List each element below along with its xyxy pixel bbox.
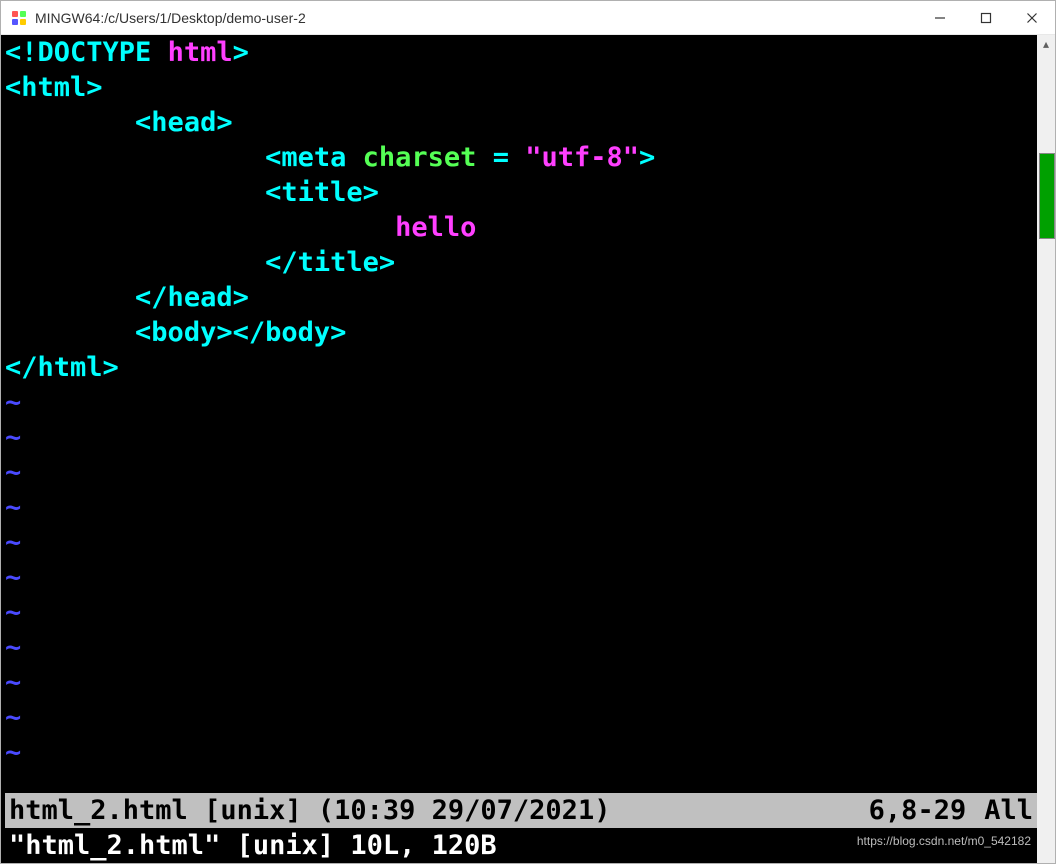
html-close-tag: </html> [5,352,119,383]
meta-close: > [639,142,655,173]
meta-eq: = [476,142,525,173]
doctype-bracket: <!DOCTYPE [5,37,168,68]
cmdline-text: "html_2.html" [unix] 10L, 120B [9,828,497,863]
empty-line-tilde: ~ [5,562,21,593]
empty-line-tilde: ~ [5,737,21,768]
empty-line-tilde: ~ [5,387,21,418]
meta-attr-value: "utf-8" [525,142,639,173]
app-window: MINGW64:/c/Users/1/Desktop/demo-user-2 <… [0,0,1056,864]
empty-line-tilde: ~ [5,492,21,523]
empty-line-tilde: ~ [5,457,21,488]
empty-line-tilde: ~ [5,527,21,558]
statusline-percent: All [984,793,1033,828]
client-area: <!DOCTYPE html> <html> <head> <meta char… [1,35,1055,863]
doctype-name: html [168,37,233,68]
empty-line-tilde: ~ [5,422,21,453]
head-open-tag: <head> [135,107,233,138]
title-close-tag: </title> [265,247,395,278]
app-icon [11,10,27,26]
maximize-button[interactable] [963,1,1009,34]
titlebar[interactable]: MINGW64:/c/Users/1/Desktop/demo-user-2 [1,1,1055,35]
scrollbar-track[interactable]: ▴ [1037,35,1055,863]
window-title: MINGW64:/c/Users/1/Desktop/demo-user-2 [35,10,306,26]
title-open-tag: <title> [265,177,379,208]
empty-line-tilde: ~ [5,667,21,698]
body-open-tag: <body> [135,317,233,348]
empty-line-tilde: ~ [5,702,21,733]
statusline-position: 6,8-29 [869,793,985,828]
vim-statusline: html_2.html [unix] (10:39 29/07/2021) 6,… [5,793,1037,828]
meta-attr-name: charset [363,142,477,173]
head-close-tag: </head> [135,282,249,313]
meta-open: <meta [265,142,363,173]
close-button[interactable] [1009,1,1055,34]
terminal[interactable]: <!DOCTYPE html> <html> <head> <meta char… [1,35,1037,863]
minimize-button[interactable] [917,1,963,34]
doctype-close: > [233,37,249,68]
window-controls [917,1,1055,34]
body-close-tag: </body> [233,317,347,348]
title-text: hello [395,212,476,243]
statusline-filename: html_2.html [unix] (10:39 29/07/2021) [9,793,610,828]
empty-line-tilde: ~ [5,597,21,628]
vim-cmdline[interactable]: "html_2.html" [unix] 10L, 120B https://b… [5,828,1037,863]
scrollbar-thumb[interactable] [1039,153,1055,239]
editor-content[interactable]: <!DOCTYPE html> <html> <head> <meta char… [5,35,1037,793]
html-open-tag: <html> [5,72,103,103]
scrollbar-up-arrow-icon[interactable]: ▴ [1039,37,1053,51]
watermark-text: https://blog.csdn.net/m0_542182 [857,824,1031,859]
empty-line-tilde: ~ [5,632,21,663]
